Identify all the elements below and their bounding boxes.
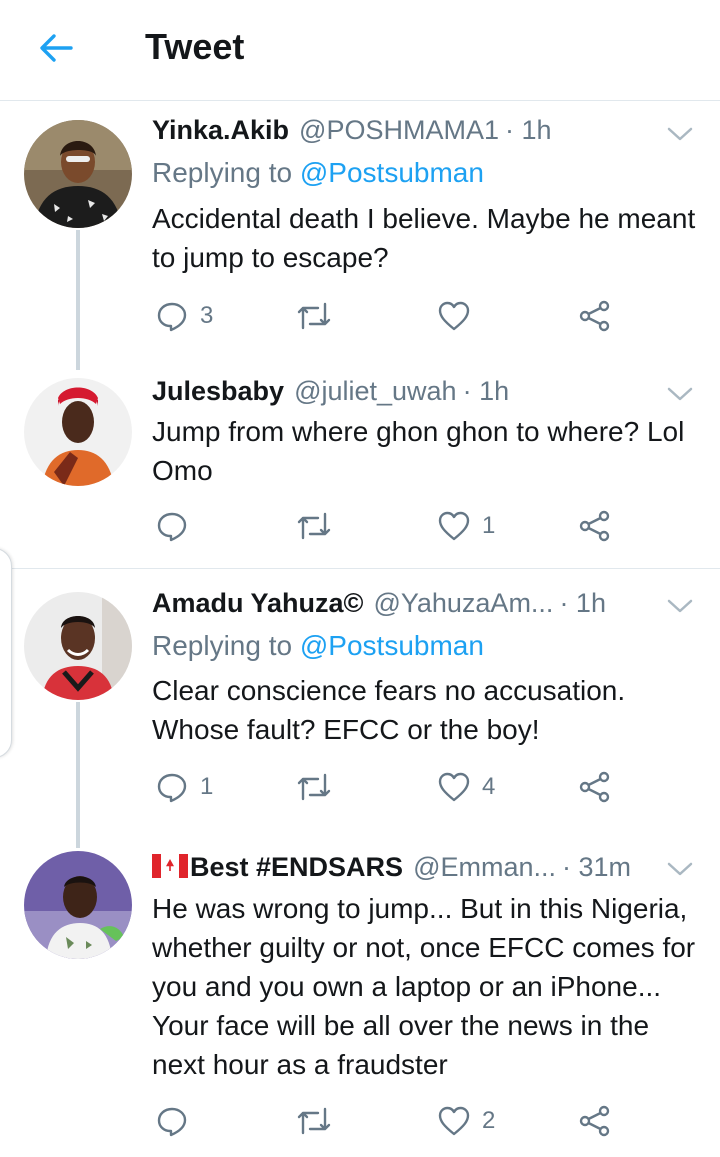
tweet-actions: 1 — [152, 506, 622, 546]
retweet-icon — [297, 512, 331, 540]
reply-icon — [157, 773, 187, 803]
avatar[interactable] — [24, 592, 132, 700]
reply-button[interactable] — [156, 506, 200, 546]
tweet[interactable]: Julesbaby @juliet_uwah · 1h Jump from wh… — [0, 360, 720, 567]
canada-flag-icon — [152, 854, 188, 878]
chevron-down-icon[interactable] — [666, 384, 694, 404]
mention-link[interactable]: @Postsubman — [300, 630, 484, 661]
replying-to: Replying to @Postsubman — [152, 630, 484, 662]
reply-count: 3 — [200, 302, 214, 329]
tweet[interactable]: Amadu Yahuza© @YahuzaAm... · 1h Replying… — [0, 569, 720, 831]
tweet-header: Julesbaby @juliet_uwah · 1h — [152, 376, 664, 407]
like-count: 1 — [482, 512, 496, 539]
share-button[interactable] — [578, 767, 612, 807]
tweet[interactable]: Yinka.Akib @POSHMAMA1 · 1h Replying to @… — [0, 0, 720, 360]
chevron-down-icon[interactable] — [666, 124, 694, 144]
replying-to-label: Replying to — [152, 157, 300, 188]
tweet-actions: 1 4 — [152, 767, 622, 807]
like-button[interactable]: 2 — [438, 1101, 495, 1141]
replying-to-label: Replying to — [152, 630, 300, 661]
like-count: 4 — [482, 773, 496, 800]
retweet-icon — [297, 302, 331, 330]
retweet-button[interactable] — [296, 296, 344, 336]
heart-icon — [438, 511, 470, 541]
tweet-header: Best #ENDSARS @Emman... · 31m — [152, 852, 664, 883]
share-button[interactable] — [578, 506, 612, 546]
like-count: 2 — [482, 1107, 496, 1134]
share-button[interactable] — [578, 1101, 612, 1141]
heart-icon — [438, 301, 470, 331]
tweet-text: He was wrong to jump... But in this Nige… — [152, 893, 696, 1080]
tweet-text: Jump from where ghon ghon to where? Lol … — [152, 416, 685, 486]
retweet-button[interactable] — [296, 767, 344, 807]
timestamp[interactable]: · 1h — [505, 115, 552, 146]
replying-to: Replying to @Postsubman — [152, 157, 484, 189]
user-handle[interactable]: @Emman... — [413, 852, 556, 883]
reply-icon — [157, 512, 187, 542]
display-name[interactable]: Julesbaby — [152, 376, 284, 407]
avatar[interactable] — [24, 851, 132, 959]
display-name[interactable]: Best #ENDSARS — [152, 852, 403, 883]
display-name[interactable]: Amadu Yahuza© — [152, 588, 363, 619]
user-handle[interactable]: @YahuzaAm... — [373, 588, 553, 619]
tweet[interactable]: Best #ENDSARS @Emman... · 31m He was wro… — [0, 831, 720, 1157]
timestamp[interactable]: · 1h — [559, 588, 606, 619]
edge-panel-handle[interactable] — [0, 548, 12, 758]
like-button[interactable]: 1 — [438, 506, 495, 546]
tweet-actions: 3 — [152, 296, 622, 336]
retweet-button[interactable] — [296, 1101, 344, 1141]
share-icon — [579, 510, 610, 542]
mention-link[interactable]: @Postsubman — [300, 157, 484, 188]
tweet-actions: 2 — [152, 1101, 622, 1141]
display-name-text: Best #ENDSARS — [190, 852, 404, 882]
reply-button[interactable]: 3 — [156, 296, 213, 336]
reply-icon — [157, 302, 187, 332]
timestamp[interactable]: · 1h — [463, 376, 510, 407]
share-button[interactable] — [578, 296, 612, 336]
avatar[interactable] — [24, 378, 132, 486]
heart-icon — [438, 1106, 470, 1136]
tweet-header: Amadu Yahuza© @YahuzaAm... · 1h — [152, 588, 664, 619]
retweet-button[interactable] — [296, 506, 344, 546]
reply-button[interactable]: 1 — [156, 767, 213, 807]
chevron-down-icon[interactable] — [666, 859, 694, 879]
tweet-text: Clear conscience fears no accusation. Wh… — [152, 675, 626, 745]
retweet-icon — [297, 1107, 331, 1135]
reply-button[interactable] — [156, 1101, 200, 1141]
retweet-icon — [297, 773, 331, 801]
like-button[interactable] — [438, 296, 482, 336]
reply-icon — [157, 1107, 187, 1137]
chevron-down-icon[interactable] — [666, 596, 694, 616]
user-handle[interactable]: @POSHMAMA1 — [299, 115, 499, 146]
tweet-header: Yinka.Akib @POSHMAMA1 · 1h — [152, 115, 664, 146]
tweet-text: Accidental death I believe. Maybe he mea… — [152, 203, 696, 273]
share-icon — [579, 1105, 610, 1137]
heart-icon — [438, 772, 470, 802]
timestamp[interactable]: · 31m — [562, 852, 631, 883]
display-name[interactable]: Yinka.Akib — [152, 115, 289, 146]
reply-count: 1 — [200, 773, 214, 800]
avatar[interactable] — [24, 120, 132, 228]
share-icon — [579, 771, 610, 803]
user-handle[interactable]: @juliet_uwah — [294, 376, 457, 407]
share-icon — [579, 300, 610, 332]
like-button[interactable]: 4 — [438, 767, 495, 807]
